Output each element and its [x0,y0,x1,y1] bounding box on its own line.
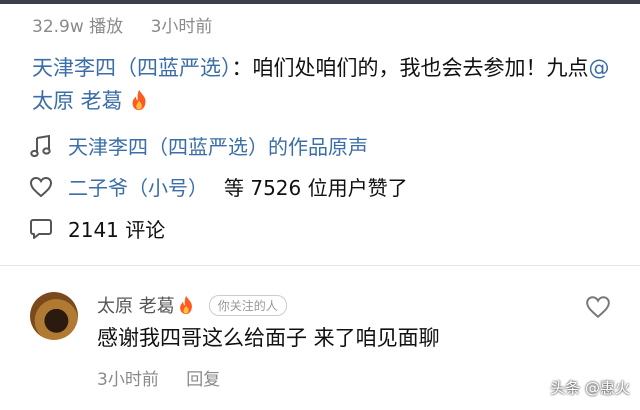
original-sound-row[interactable]: 天津李四（四蓝严选）的作品原声 [28,131,368,160]
reply-button[interactable]: 回复 [186,370,220,390]
comments-row[interactable]: 2141 评论 [28,214,165,243]
flame-icon [179,295,192,315]
top-bar [0,0,640,4]
comment-bubble-icon [28,216,54,242]
video-meta: 32.9w 播放 3小时前 [32,12,234,37]
heart-outline-icon [28,174,54,200]
comment-count-text: 2141 评论 [68,218,166,242]
comment-time: 3小时前 [97,370,159,390]
caption-text: ：咱们处咱们的，我也会去参加！九点 [231,56,589,80]
flame-icon [132,89,146,111]
play-count: 32.9w 播放 [32,17,124,37]
watermark: 头条 @惠火 [550,379,630,397]
follow-badge: 你关注的人 [208,294,287,316]
section-divider [0,265,640,266]
music-note-icon [28,133,54,159]
avatar[interactable] [30,292,78,340]
comment-header: 太原 老葛 你关注的人 [97,292,287,318]
post-time: 3小时前 [150,17,213,37]
comment-text: 感谢我四哥这么给面子 来了咱见面聊 [97,326,440,350]
video-caption: 天津李四（四蓝严选）：咱们处咱们的，我也会去参加！九点@太原 老葛 [32,52,612,118]
sound-label: 天津李四（四蓝严选）的作品原声 [68,135,368,159]
caption-author-link[interactable]: 天津李四（四蓝严选） [32,56,232,80]
comment-meta: 3小时前 回复 [97,365,242,390]
comment-like-icon[interactable] [585,294,611,320]
likes-row[interactable]: 二子爷（小号） 等 7526 位用户赞了 [28,172,408,201]
liker-link[interactable]: 二子爷（小号） [68,172,208,201]
likes-count-text: 等 7526 位用户赞了 [224,176,408,200]
comment-author[interactable]: 太原 老葛 [97,292,175,318]
